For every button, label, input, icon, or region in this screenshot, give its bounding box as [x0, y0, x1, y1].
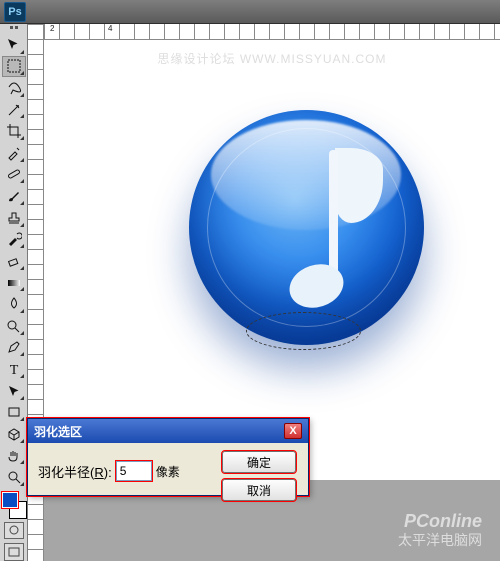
move-tool[interactable] — [2, 34, 26, 56]
marquee-tool[interactable] — [2, 56, 26, 78]
quick-mask-button[interactable] — [4, 522, 24, 540]
color-swatches[interactable] — [2, 492, 26, 518]
watermark-footer: PConline 太平洋电脑网 — [398, 511, 482, 549]
rectangle-tool[interactable] — [2, 402, 26, 424]
dodge-tool[interactable] — [2, 315, 26, 337]
canvas[interactable]: 思缘设计论坛 WWW.MISSYUAN.COM — [44, 40, 500, 480]
zoom-tool[interactable] — [2, 466, 26, 488]
3d-tool[interactable] — [2, 423, 26, 445]
stamp-tool[interactable] — [2, 207, 26, 229]
hand-tool[interactable] — [2, 445, 26, 467]
path-select-tool[interactable] — [2, 380, 26, 402]
glossy-sphere — [189, 110, 424, 345]
watermark-footer-line1: PConline — [398, 511, 482, 533]
feather-radius-input[interactable] — [116, 461, 152, 481]
ok-button[interactable]: 确定 — [222, 451, 296, 473]
marching-ants-selection[interactable] — [246, 312, 361, 350]
orb-artwork — [189, 110, 424, 345]
svg-text:T: T — [9, 363, 18, 377]
watermark-top: 思缘设计论坛 WWW.MISSYUAN.COM — [44, 50, 500, 67]
eyedropper-tool[interactable] — [2, 142, 26, 164]
close-button[interactable]: X — [284, 423, 302, 439]
toolbox: T — [0, 24, 28, 561]
feather-dialog: 羽化选区 X 羽化半径(R): 像素 确定 取消 — [27, 418, 309, 496]
dialog-title-text: 羽化选区 — [34, 423, 82, 440]
ruler-mark: 2 — [50, 24, 54, 33]
cancel-button[interactable]: 取消 — [222, 479, 296, 501]
lasso-tool[interactable] — [2, 77, 26, 99]
history-brush-tool[interactable] — [2, 229, 26, 251]
blur-tool[interactable] — [2, 293, 26, 315]
menu-bar: Ps — [0, 0, 500, 24]
foreground-color[interactable] — [2, 492, 18, 508]
radius-label: 羽化半径(R): — [38, 462, 112, 481]
dialog-titlebar[interactable]: 羽化选区 X — [28, 419, 308, 443]
toolbox-grip[interactable] — [2, 26, 26, 32]
pen-tool[interactable] — [2, 337, 26, 359]
healing-brush-tool[interactable] — [2, 164, 26, 186]
brush-tool[interactable] — [2, 185, 26, 207]
watermark-footer-line2: 太平洋电脑网 — [398, 532, 482, 549]
gradient-tool[interactable] — [2, 272, 26, 294]
eraser-tool[interactable] — [2, 250, 26, 272]
magic-wand-tool[interactable] — [2, 99, 26, 121]
crop-tool[interactable] — [2, 120, 26, 142]
ruler-mark: 4 — [108, 24, 112, 33]
ruler-horizontal[interactable]: 2 4 — [44, 24, 500, 40]
screen-mode-button[interactable] — [4, 543, 24, 561]
app-logo: Ps — [4, 2, 26, 22]
type-tool[interactable]: T — [2, 358, 26, 380]
unit-label: 像素 — [156, 463, 180, 480]
music-note-stem — [329, 150, 338, 280]
